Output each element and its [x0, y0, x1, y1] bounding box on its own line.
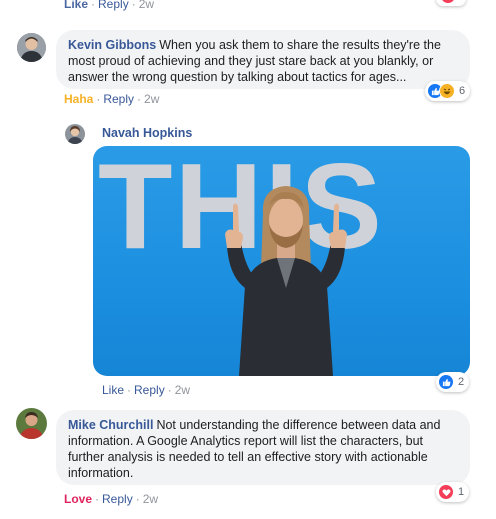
reaction-count: 2 — [458, 376, 465, 388]
person-avatar-icon — [16, 408, 47, 439]
comment-actions-navah: Like · Reply · 2w — [102, 383, 191, 397]
reaction-summary-kevin[interactable]: 6 — [425, 81, 471, 101]
reaction-summary-mike[interactable]: 1 — [436, 482, 470, 502]
avatar-mike-churchill[interactable] — [16, 408, 47, 439]
gif-attachment[interactable]: THIS — [93, 146, 470, 376]
reply-link[interactable]: Reply — [102, 492, 133, 506]
avatar-kevin-gibbons[interactable] — [17, 33, 46, 62]
comment-timestamp[interactable]: 2w — [139, 0, 154, 11]
reply-link[interactable]: Reply — [134, 383, 165, 397]
comment-bubble-mike: Mike Churchill Not understanding the diff… — [56, 410, 470, 485]
reply-link[interactable]: Reply — [103, 92, 134, 106]
comment-timestamp[interactable]: 2w — [144, 92, 159, 106]
reply-link[interactable]: Reply — [98, 0, 129, 11]
top-reaction-pill[interactable] — [436, 0, 466, 6]
reaction-summary-navah[interactable]: 2 — [436, 372, 470, 392]
top-comment-actions: Like · Reply · 2w — [64, 0, 154, 11]
like-link[interactable]: Like — [64, 0, 88, 11]
haha-reaction-link[interactable]: Haha — [64, 92, 93, 106]
comment-author[interactable]: Mike Churchill — [68, 418, 153, 432]
like-reaction-icon — [438, 374, 454, 390]
reaction-count: 6 — [459, 85, 466, 97]
comment-actions-mike: Love · Reply · 2w — [64, 492, 159, 506]
person-avatar-icon — [65, 124, 85, 144]
comment-author[interactable]: Navah Hopkins — [102, 126, 192, 140]
reaction-count: 1 — [458, 486, 465, 498]
love-reaction-link[interactable]: Love — [64, 492, 92, 506]
love-reaction-icon — [438, 484, 454, 500]
like-link[interactable]: Like — [102, 383, 124, 397]
person-avatar-icon — [17, 33, 46, 62]
love-reaction-icon — [440, 0, 456, 4]
comment-bubble-kevin: Kevin Gibbons When you ask them to share … — [56, 30, 470, 89]
haha-reaction-icon — [439, 83, 455, 99]
comment-author[interactable]: Kevin Gibbons — [68, 38, 156, 52]
avatar-navah-hopkins[interactable] — [65, 124, 85, 144]
comment-actions-kevin: Haha · Reply · 2w — [64, 92, 160, 106]
comment-timestamp[interactable]: 2w — [143, 492, 158, 506]
gif-person-illustration — [225, 186, 347, 376]
comment-timestamp[interactable]: 2w — [175, 383, 190, 397]
